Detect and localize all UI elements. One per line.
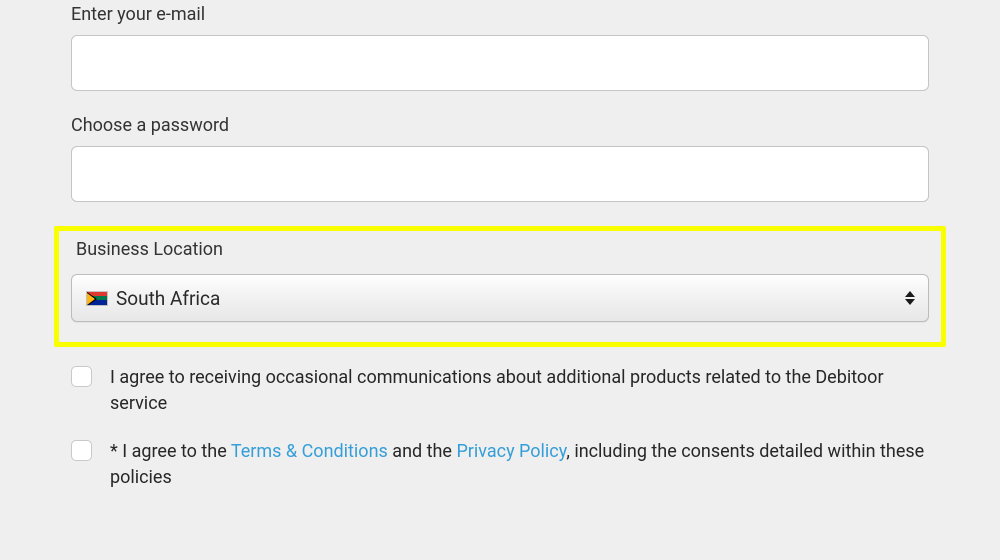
password-label: Choose a password [71,115,929,136]
consent-terms-checkbox[interactable] [71,440,92,461]
consent-communications-checkbox[interactable] [71,366,92,387]
business-location-select[interactable]: South Africa [71,274,929,322]
consent-terms-prefix: * I agree to the [110,441,231,462]
terms-and-conditions-link[interactable]: Terms & Conditions [231,441,388,462]
south-africa-flag-icon [86,291,108,306]
password-input[interactable] [71,146,929,202]
business-location-label: Business Location [76,239,929,260]
consent-communications-label: I agree to receiving occasional communic… [110,365,929,417]
consent-terms-mid: and the [388,441,457,462]
email-input[interactable] [71,35,929,91]
business-location-selected-text: South Africa [116,287,220,310]
privacy-policy-link[interactable]: Privacy Policy [456,441,566,462]
consent-terms-label: * I agree to the Terms & Conditions and … [110,439,929,491]
business-location-highlight: Business Location South Africa [54,226,946,347]
email-label: Enter your e-mail [71,4,929,25]
